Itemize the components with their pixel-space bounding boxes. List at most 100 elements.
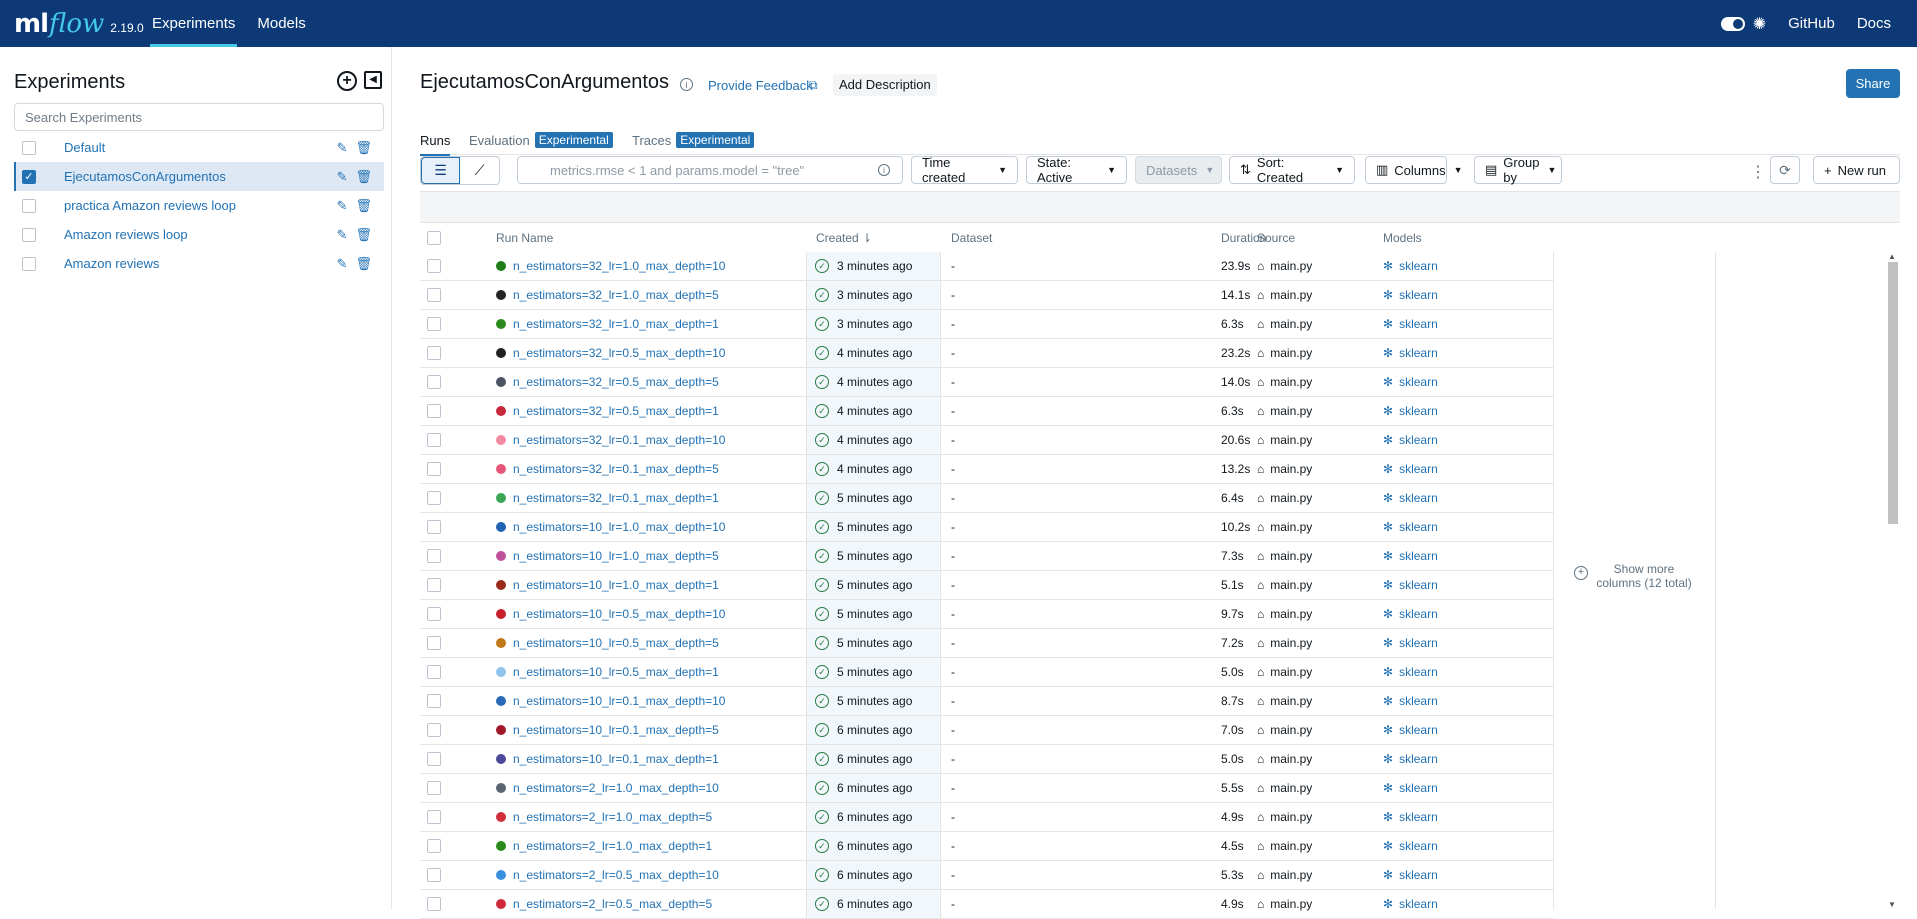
model-link[interactable]: sklearn: [1399, 317, 1438, 331]
run-name-link[interactable]: n_estimators=32_lr=0.1_max_depth=1: [513, 491, 719, 505]
sidebar-item-experiment[interactable]: practica Amazon reviews loop ✎ 🗑: [14, 191, 384, 220]
row-checkbox[interactable]: [427, 781, 441, 795]
trash-icon[interactable]: 🗑: [355, 256, 372, 272]
col-created[interactable]: Created ⇂: [816, 231, 872, 245]
table-row[interactable]: n_estimators=32_lr=0.1_max_depth=1 ✓ 5 min…: [420, 484, 1553, 513]
row-checkbox[interactable]: [427, 549, 441, 563]
model-link[interactable]: sklearn: [1399, 520, 1438, 534]
scroll-up-icon[interactable]: ▲: [1888, 252, 1896, 261]
model-link[interactable]: sklearn: [1399, 259, 1438, 273]
run-name-link[interactable]: n_estimators=10_lr=0.1_max_depth=1: [513, 752, 719, 766]
add-description-button[interactable]: Add Description: [833, 74, 937, 96]
trash-icon[interactable]: 🗑: [355, 140, 372, 156]
run-name-link[interactable]: n_estimators=10_lr=1.0_max_depth=10: [513, 520, 725, 534]
trash-icon[interactable]: 🗑: [355, 198, 372, 214]
run-name-link[interactable]: n_estimators=32_lr=1.0_max_depth=1: [513, 317, 719, 331]
filter-info-icon[interactable]: i: [878, 164, 890, 176]
source-link[interactable]: main.py: [1270, 607, 1312, 621]
table-row[interactable]: n_estimators=10_lr=0.1_max_depth=1 ✓ 6 min…: [420, 745, 1553, 774]
provide-feedback-link[interactable]: Provide Feedback: [708, 78, 813, 93]
search-experiments-input[interactable]: [14, 103, 384, 131]
edit-icon[interactable]: ✎: [337, 140, 348, 156]
table-row[interactable]: n_estimators=10_lr=0.5_max_depth=10 ✓ 5 mi…: [420, 600, 1553, 629]
scroll-down-icon[interactable]: ▼: [1888, 900, 1896, 909]
group-by-dropdown[interactable]: ▤ Group by ▼: [1474, 155, 1562, 185]
row-checkbox[interactable]: [427, 404, 441, 418]
run-name-link[interactable]: n_estimators=10_lr=1.0_max_depth=1: [513, 578, 719, 592]
source-link[interactable]: main.py: [1270, 868, 1312, 882]
edit-icon[interactable]: ✎: [337, 198, 348, 214]
col-dataset[interactable]: Dataset: [951, 231, 992, 245]
sort-dropdown[interactable]: ⇅ Sort: Created ▼: [1229, 155, 1355, 185]
refresh-icon[interactable]: ⟳: [1770, 156, 1800, 184]
experiment-checkbox[interactable]: [22, 140, 36, 155]
experiment-checkbox[interactable]: [22, 227, 36, 242]
run-color-dot[interactable]: [496, 580, 506, 590]
dark-mode-toggle[interactable]: [1720, 16, 1745, 31]
run-name-link[interactable]: n_estimators=32_lr=1.0_max_depth=5: [513, 288, 719, 302]
experiment-checkbox[interactable]: [22, 198, 36, 213]
source-link[interactable]: main.py: [1270, 723, 1312, 737]
row-checkbox[interactable]: [427, 491, 441, 505]
table-row[interactable]: n_estimators=2_lr=0.5_max_depth=5 ✓ 6 minu…: [420, 890, 1553, 919]
run-name-link[interactable]: n_estimators=2_lr=1.0_max_depth=1: [513, 839, 712, 853]
scroll-thumb[interactable]: [1888, 262, 1898, 524]
run-color-dot[interactable]: [496, 348, 506, 358]
run-color-dot[interactable]: [496, 377, 506, 387]
source-link[interactable]: main.py: [1270, 433, 1312, 447]
experiment-name[interactable]: Default: [64, 140, 105, 155]
source-link[interactable]: main.py: [1270, 491, 1312, 505]
collapse-sidebar-icon[interactable]: ◀: [364, 71, 382, 89]
run-name-link[interactable]: n_estimators=32_lr=0.5_max_depth=10: [513, 346, 725, 360]
row-checkbox[interactable]: [427, 810, 441, 824]
table-row[interactable]: n_estimators=2_lr=0.5_max_depth=10 ✓ 6 min…: [420, 861, 1553, 890]
source-link[interactable]: main.py: [1270, 462, 1312, 476]
table-row[interactable]: n_estimators=2_lr=1.0_max_depth=10 ✓ 6 min…: [420, 774, 1553, 803]
run-color-dot[interactable]: [496, 783, 506, 793]
new-run-button[interactable]: + New run: [1813, 156, 1900, 184]
table-row[interactable]: n_estimators=32_lr=1.0_max_depth=1 ✓ 3 min…: [420, 310, 1553, 339]
run-color-dot[interactable]: [496, 870, 506, 880]
run-name-link[interactable]: n_estimators=10_lr=0.1_max_depth=10: [513, 694, 725, 708]
tab-evaluation[interactable]: Evaluation Experimental: [469, 125, 613, 155]
run-color-dot[interactable]: [496, 261, 506, 271]
row-checkbox[interactable]: [427, 433, 441, 447]
docs-link[interactable]: Docs: [1857, 15, 1891, 32]
row-checkbox[interactable]: [427, 839, 441, 853]
run-color-dot[interactable]: [496, 725, 506, 735]
table-row[interactable]: n_estimators=10_lr=1.0_max_depth=5 ✓ 5 min…: [420, 542, 1553, 571]
sidebar-item-experiment[interactable]: Default ✎ 🗑: [14, 133, 384, 162]
show-more-columns-button[interactable]: + Show more columns (12 total): [1574, 562, 1694, 590]
table-row[interactable]: n_estimators=10_lr=0.5_max_depth=5 ✓ 5 min…: [420, 629, 1553, 658]
table-row[interactable]: n_estimators=32_lr=1.0_max_depth=5 ✓ 3 min…: [420, 281, 1553, 310]
source-link[interactable]: main.py: [1270, 810, 1312, 824]
table-row[interactable]: n_estimators=2_lr=1.0_max_depth=1 ✓ 6 minu…: [420, 832, 1553, 861]
model-link[interactable]: sklearn: [1399, 723, 1438, 737]
source-link[interactable]: main.py: [1270, 665, 1312, 679]
row-checkbox[interactable]: [427, 636, 441, 650]
run-color-dot[interactable]: [496, 290, 506, 300]
datasets-dropdown[interactable]: Datasets ▼: [1135, 156, 1222, 184]
row-checkbox[interactable]: [427, 375, 441, 389]
source-link[interactable]: main.py: [1270, 346, 1312, 360]
row-checkbox[interactable]: [427, 346, 441, 360]
nav-experiments[interactable]: Experiments: [150, 0, 238, 47]
experiment-name[interactable]: EjecutamosConArgumentos: [64, 169, 226, 184]
more-options-icon[interactable]: ⋮: [1750, 162, 1766, 182]
model-link[interactable]: sklearn: [1399, 607, 1438, 621]
tab-traces[interactable]: Traces Experimental: [632, 125, 755, 155]
table-row[interactable]: n_estimators=10_lr=0.1_max_depth=10 ✓ 5 mi…: [420, 687, 1553, 716]
select-all-checkbox[interactable]: [427, 231, 441, 245]
run-name-link[interactable]: n_estimators=32_lr=0.5_max_depth=5: [513, 375, 719, 389]
run-color-dot[interactable]: [496, 754, 506, 764]
run-color-dot[interactable]: [496, 319, 506, 329]
model-link[interactable]: sklearn: [1399, 694, 1438, 708]
run-name-link[interactable]: n_estimators=32_lr=0.5_max_depth=1: [513, 404, 719, 418]
run-color-dot[interactable]: [496, 696, 506, 706]
source-link[interactable]: main.py: [1270, 404, 1312, 418]
table-row[interactable]: n_estimators=32_lr=0.1_max_depth=5 ✓ 4 min…: [420, 455, 1553, 484]
col-run-name[interactable]: Run Name: [496, 231, 553, 245]
source-link[interactable]: main.py: [1270, 375, 1312, 389]
table-row[interactable]: n_estimators=10_lr=1.0_max_depth=10 ✓ 5 mi…: [420, 513, 1553, 542]
run-name-link[interactable]: n_estimators=10_lr=1.0_max_depth=5: [513, 549, 719, 563]
